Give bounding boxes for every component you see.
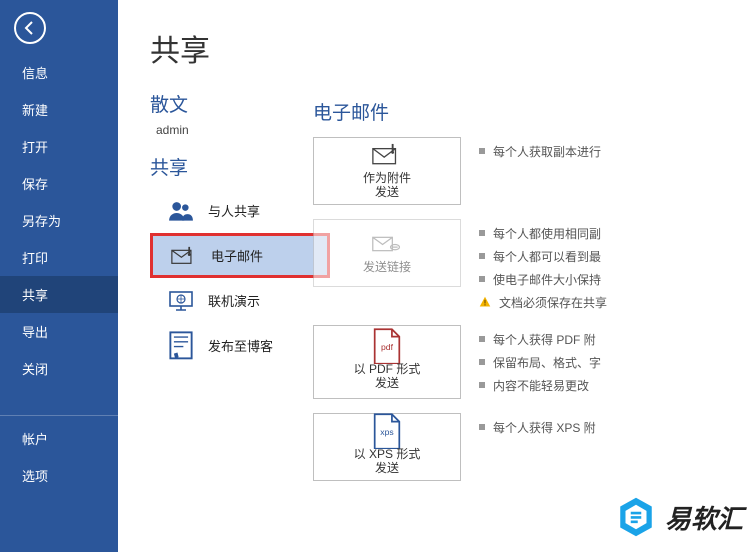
svg-text:pdf: pdf (381, 342, 394, 352)
envelope-attach-icon (371, 143, 403, 167)
envelope-link-icon (371, 232, 403, 256)
sidebar-separator (0, 415, 118, 416)
email-heading: 电子邮件 (313, 98, 633, 125)
sidebar-item-print[interactable]: 打印 (0, 239, 118, 276)
sidebar-item-options[interactable]: 选项 (0, 457, 118, 494)
svg-text:xps: xps (380, 427, 393, 437)
tile-label: 发送链接 (363, 260, 411, 274)
email-panel: 电子邮件 作为附件 发送 每个人获取副本进行 发送链接 每个人都使用相同副 每个… (313, 98, 633, 495)
bullet-text: 保留布局、格式、字 (493, 354, 601, 371)
bullet-text: 每个人获得 XPS 附 (493, 419, 596, 436)
bullet-icon (479, 148, 485, 154)
bullet-text: 文档必须保存在共享 (499, 294, 607, 311)
sidebar-item-account[interactable]: 帐户 (0, 420, 118, 457)
backstage-sidebar: 信息 新建 打开 保存 另存为 打印 共享 导出 关闭 帐户 选项 (0, 0, 118, 552)
share-item-email[interactable]: 电子邮件 (150, 233, 330, 278)
tile-label: 作为附件 发送 (363, 171, 411, 199)
watermark-text: 易软汇 (665, 499, 743, 536)
tile-send-xps[interactable]: xps 以 XPS 形式 发送 (313, 413, 461, 481)
present-online-icon (168, 290, 194, 312)
tile-send-link: 发送链接 (313, 219, 461, 287)
sidebar-item-saveas[interactable]: 另存为 (0, 202, 118, 239)
sidebar-item-open[interactable]: 打开 (0, 128, 118, 165)
watermark-logo-icon (615, 496, 657, 538)
bullet-text: 内容不能轻易更改 (493, 377, 589, 394)
bullet-icon (479, 359, 485, 365)
warning-icon (479, 296, 491, 308)
blog-icon (168, 335, 194, 357)
share-item-label: 与人共享 (208, 201, 260, 220)
bullet-icon (479, 382, 485, 388)
bullet-text: 使电子邮件大小保持 (493, 271, 601, 288)
bullet-group: 每个人都使用相同副 每个人都可以看到最 使电子邮件大小保持 文档必须保存在共享 (479, 219, 607, 311)
pdf-file-icon: pdf (371, 334, 403, 358)
share-item-label: 电子邮件 (211, 246, 263, 265)
bullet-text: 每个人获取副本进行 (493, 143, 601, 160)
bullet-text: 每个人都可以看到最 (493, 248, 601, 265)
watermark: 易软汇 (615, 496, 743, 538)
bullet-group: 每个人获取副本进行 (479, 137, 601, 160)
share-item-label: 联机演示 (208, 291, 260, 310)
bullet-icon (479, 276, 485, 282)
sidebar-item-share[interactable]: 共享 (0, 276, 118, 313)
tile-label: 以 XPS 形式 发送 (354, 447, 421, 475)
share-item-people[interactable]: 与人共享 (150, 188, 330, 233)
tile-label: 以 PDF 形式 发送 (354, 362, 421, 390)
bullet-text: 每个人获得 PDF 附 (493, 331, 596, 348)
sidebar-item-info[interactable]: 信息 (0, 54, 118, 91)
share-item-label: 发布至博客 (208, 336, 273, 355)
back-button[interactable] (14, 12, 46, 44)
bullet-text: 每个人都使用相同副 (493, 225, 601, 242)
bullet-icon (479, 424, 485, 430)
envelope-attach-icon (171, 245, 197, 267)
bullet-icon (479, 253, 485, 259)
bullet-icon (479, 336, 485, 342)
sidebar-item-export[interactable]: 导出 (0, 313, 118, 350)
bullet-group: 每个人获得 XPS 附 (479, 413, 596, 436)
sidebar-item-new[interactable]: 新建 (0, 91, 118, 128)
back-arrow-icon (22, 20, 38, 36)
bullet-icon (479, 230, 485, 236)
people-icon (168, 200, 194, 222)
sidebar-item-save[interactable]: 保存 (0, 165, 118, 202)
share-item-blog[interactable]: 发布至博客 (150, 323, 330, 368)
bullet-group: 每个人获得 PDF 附 保留布局、格式、字 内容不能轻易更改 (479, 325, 601, 394)
xps-file-icon: xps (371, 419, 403, 443)
sidebar-item-close[interactable]: 关闭 (0, 350, 118, 387)
tile-send-pdf[interactable]: pdf 以 PDF 形式 发送 (313, 325, 461, 399)
tile-send-attachment[interactable]: 作为附件 发送 (313, 137, 461, 205)
page-title: 共享 (150, 26, 755, 70)
share-item-present[interactable]: 联机演示 (150, 278, 330, 323)
